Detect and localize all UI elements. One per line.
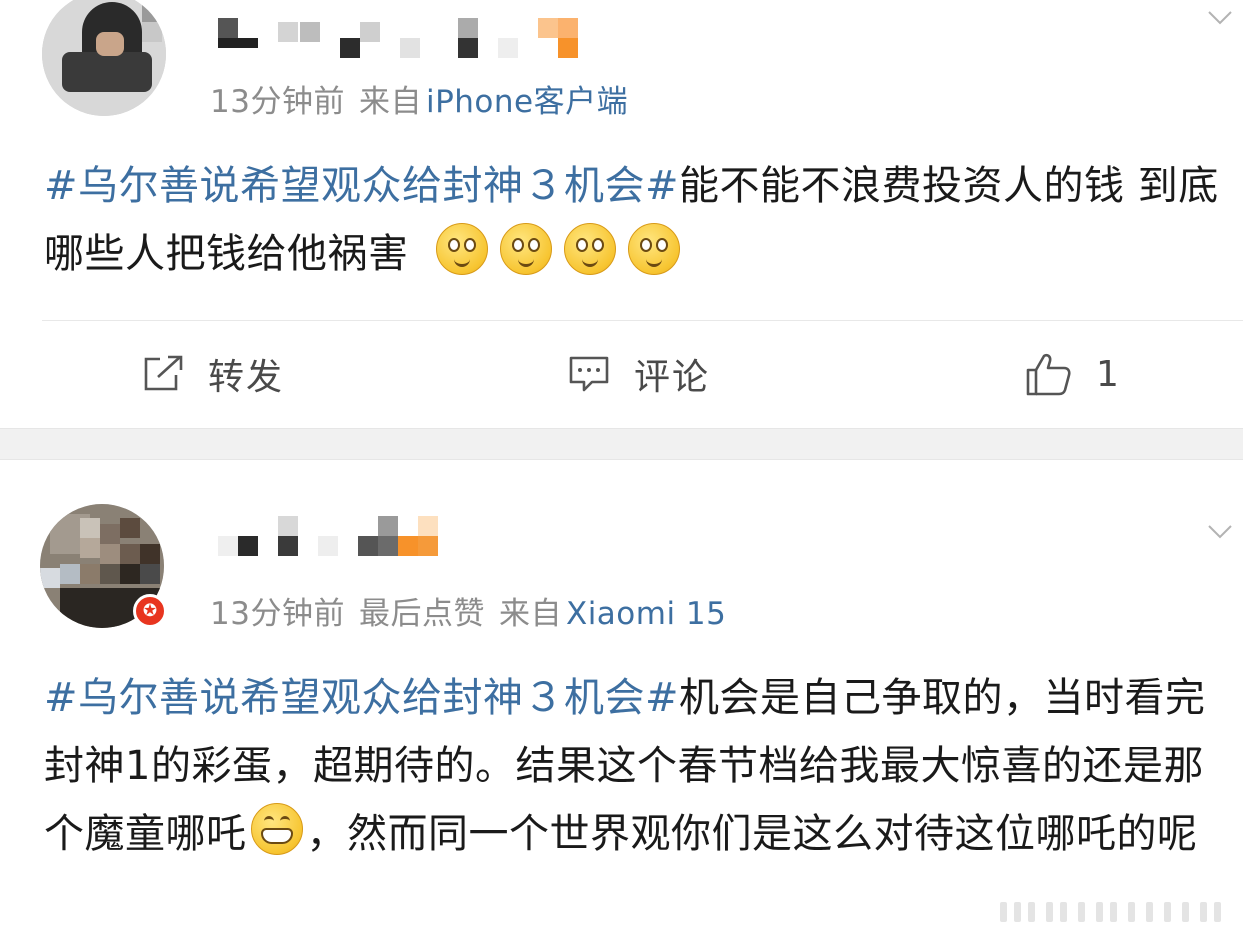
post-source[interactable]: iPhone客户端 <box>426 84 628 120</box>
comment-icon <box>569 356 609 392</box>
divider <box>42 320 1243 321</box>
post-time: 13分钟前 <box>210 596 345 632</box>
username-blurred[interactable] <box>218 18 578 58</box>
grinning-face-emoji <box>250 803 303 855</box>
last-liked-label: 最后点赞 <box>358 596 485 632</box>
chevron-down-icon[interactable] <box>1208 520 1232 544</box>
dizzy-face-emoji <box>627 223 680 275</box>
source-prefix: 来自 <box>358 84 422 120</box>
post-text-continued: ，然而同一个世界观你们是这么对待这位哪吒的呢 <box>306 811 1198 857</box>
verified-badge: ✪ <box>133 594 167 628</box>
like-icon <box>1026 353 1071 396</box>
post-source[interactable]: Xiaomi 15 <box>566 596 726 632</box>
feed-separator <box>0 428 1243 460</box>
dizzy-face-emoji <box>563 223 616 275</box>
comment-label: 评论 <box>634 357 711 398</box>
post-time: 13分钟前 <box>210 84 345 120</box>
username-blurred[interactable] <box>218 516 438 556</box>
post-content: #乌尔善说希望观众给封神３机会#机会是自己争取的，当时看完封神1的彩蛋，超期待的… <box>44 664 1234 868</box>
dizzy-face-emoji <box>499 223 552 275</box>
like-button[interactable]: 1 <box>1024 340 1121 408</box>
comment-button[interactable]: 评论 <box>568 340 710 408</box>
emoji-group <box>435 223 692 277</box>
weibo-post-1: 13分钟前 来自 iPhone客户端 #乌尔善说希望观众给封神３机会#能不能不浪费投… <box>0 0 1243 428</box>
like-count: 1 <box>1096 353 1121 395</box>
repost-button[interactable]: 转发 <box>142 340 284 408</box>
avatar[interactable] <box>42 0 166 116</box>
repost-label: 转发 <box>208 357 285 398</box>
post-content: #乌尔善说希望观众给封神３机会#能不能不浪费投资人的钱 到底哪些人把钱给他祸害 <box>44 152 1234 288</box>
post-meta: 13分钟前 来自 iPhone客户端 <box>210 76 628 121</box>
hashtag-link[interactable]: #乌尔善说希望观众给封神３机会# <box>44 675 679 721</box>
image-watermark <box>1000 896 1230 926</box>
hashtag-link[interactable]: #乌尔善说希望观众给封神３机会# <box>44 163 679 209</box>
dizzy-face-emoji <box>435 223 488 275</box>
repost-icon <box>144 355 183 391</box>
weibo-post-2: ✪ 13分钟前 最后点赞 来自 Xiaomi 15 #乌尔善说希望观众给封神３机会#机… <box>0 460 1243 943</box>
post-meta: 13分钟前 最后点赞 来自 Xiaomi 15 <box>210 588 726 633</box>
source-prefix: 来自 <box>498 596 562 632</box>
chevron-down-icon[interactable] <box>1208 6 1232 30</box>
